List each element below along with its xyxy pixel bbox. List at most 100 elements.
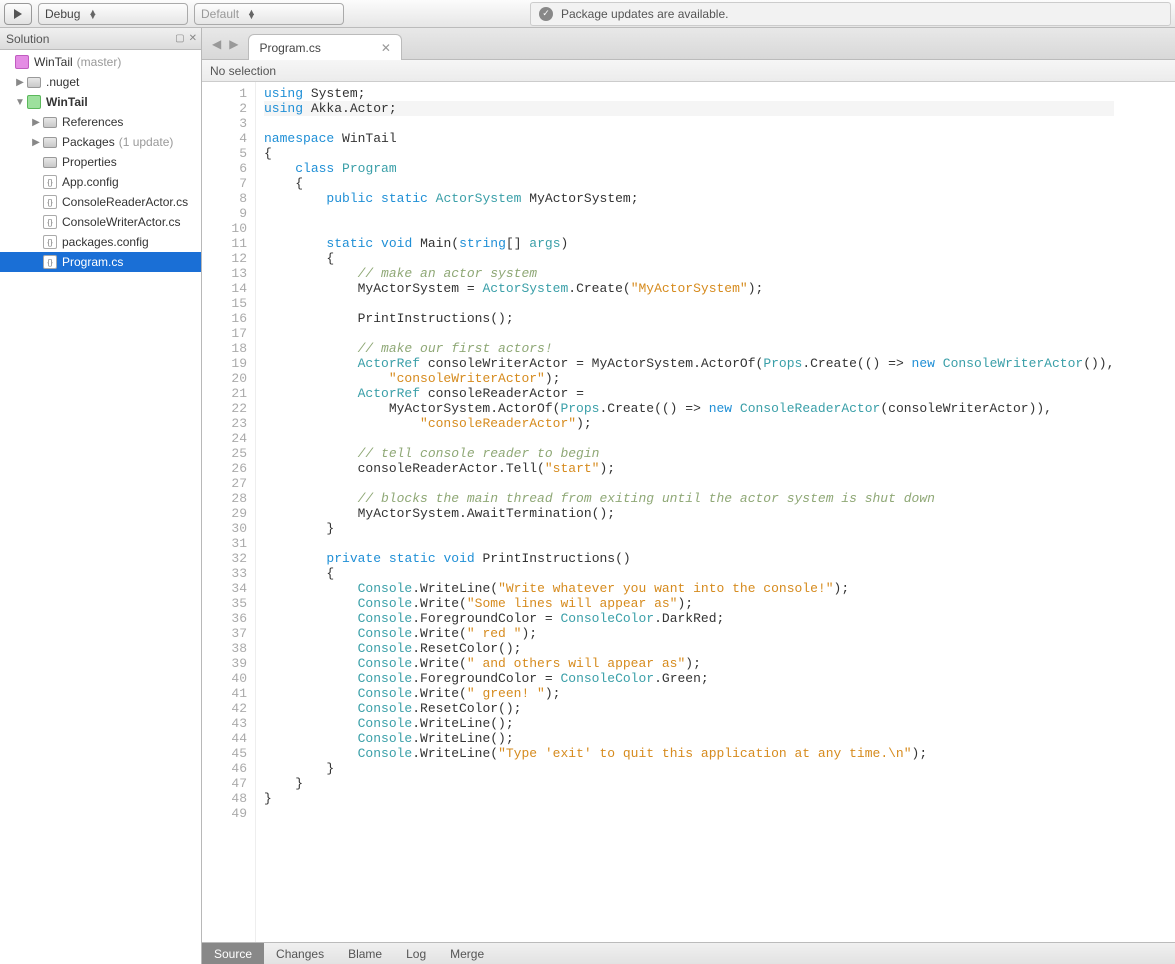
project-icon [26,94,42,110]
notification-text: Package updates are available. [561,7,728,21]
code-line[interactable]: "consoleWriterActor"); [264,371,1114,386]
tree-item-label: ConsoleReaderActor.cs [62,195,188,209]
tree-item-consolereaderactor-cs[interactable]: {}ConsoleReaderActor.cs [0,192,201,212]
breadcrumb-bar[interactable]: No selection [202,60,1175,82]
code-line[interactable] [264,206,1114,221]
check-icon: ✓ [539,7,553,21]
solution-tree[interactable]: WinTail(master)▶.nuget▼WinTail▶Reference… [0,50,201,964]
code-line[interactable]: } [264,521,1114,536]
code-line[interactable] [264,326,1114,341]
code-line[interactable]: // make our first actors! [264,341,1114,356]
line-number: 46 [202,761,247,776]
code-line[interactable]: // blocks the main thread from exiting u… [264,491,1114,506]
tree-item-packages[interactable]: ▶Packages(1 update) [0,132,201,152]
code-line[interactable]: Console.WriteLine("Type 'exit' to quit t… [264,746,1114,761]
line-number: 21 [202,386,247,401]
target-dropdown[interactable]: Default ▲▼ [194,3,344,25]
code-line[interactable]: // make an actor system [264,266,1114,281]
code-line[interactable]: private static void PrintInstructions() [264,551,1114,566]
line-number: 38 [202,641,247,656]
code-line[interactable]: Console.WriteLine("Write whatever you wa… [264,581,1114,596]
tree-item-suffix: (1 update) [119,135,174,149]
code-content[interactable]: using System;using Akka.Actor; namespace… [256,82,1114,942]
disclosure-icon[interactable]: ▼ [14,97,26,108]
folder-icon [42,154,58,170]
tree-item-properties[interactable]: Properties [0,152,201,172]
code-line[interactable]: Console.Write(" and others will appear a… [264,656,1114,671]
notification-bar[interactable]: ✓ Package updates are available. [530,2,1171,26]
code-line[interactable]: namespace WinTail [264,131,1114,146]
code-line[interactable]: } [264,791,1114,806]
code-line[interactable] [264,476,1114,491]
disclosure-icon[interactable]: ▶ [30,117,42,128]
tree-item-consolewriteractor-cs[interactable]: {}ConsoleWriterActor.cs [0,212,201,232]
target-label: Default [201,7,239,21]
code-editor[interactable]: 1234567891011121314151617181920212223242… [202,82,1175,942]
tree-item-references[interactable]: ▶References [0,112,201,132]
code-line[interactable]: consoleReaderActor.Tell("start"); [264,461,1114,476]
bottom-tab-log[interactable]: Log [394,943,438,964]
tab-close-icon[interactable]: ✕ [381,41,391,55]
code-line[interactable] [264,536,1114,551]
tree-item-app-config[interactable]: {}App.config [0,172,201,192]
panel-undock-icon[interactable]: ▢ [175,33,184,44]
code-line[interactable]: ActorRef consoleReaderActor = [264,386,1114,401]
code-line[interactable]: "consoleReaderActor"); [264,416,1114,431]
bottom-tab-source[interactable]: Source [202,943,264,964]
tree-item-program-cs[interactable]: {}Program.cs⚙ [0,252,201,272]
code-line[interactable]: Console.ForegroundColor = ConsoleColor.D… [264,611,1114,626]
run-button[interactable] [4,3,32,25]
code-line[interactable]: Console.WriteLine(); [264,731,1114,746]
code-line[interactable]: using Akka.Actor; [264,101,1114,116]
code-line[interactable] [264,221,1114,236]
tree-item-packages-config[interactable]: {}packages.config [0,232,201,252]
code-line[interactable]: using System; [264,86,1114,101]
code-line[interactable]: { [264,251,1114,266]
tree-item-wintail[interactable]: WinTail(master) [0,52,201,72]
code-line[interactable] [264,806,1114,821]
code-line[interactable]: MyActorSystem = ActorSystem.Create("MyAc… [264,281,1114,296]
code-line[interactable] [264,116,1114,131]
code-line[interactable]: // tell console reader to begin [264,446,1114,461]
code-line[interactable]: Console.WriteLine(); [264,716,1114,731]
bottom-tab-blame[interactable]: Blame [336,943,394,964]
bottom-tab-changes[interactable]: Changes [264,943,336,964]
code-line[interactable]: MyActorSystem.AwaitTermination(); [264,506,1114,521]
csharp-file-icon: {} [42,174,58,190]
code-line[interactable]: MyActorSystem.ActorOf(Props.Create(() =>… [264,401,1114,416]
line-number: 31 [202,536,247,551]
code-line[interactable]: public static ActorSystem MyActorSystem; [264,191,1114,206]
line-number: 44 [202,731,247,746]
config-dropdown[interactable]: Debug ▲▼ [38,3,188,25]
code-line[interactable]: Console.Write("Some lines will appear as… [264,596,1114,611]
code-line[interactable]: ActorRef consoleWriterActor = MyActorSys… [264,356,1114,371]
tree-item-wintail[interactable]: ▼WinTail [0,92,201,112]
line-number: 33 [202,566,247,581]
code-line[interactable]: } [264,761,1114,776]
tree-item--nuget[interactable]: ▶.nuget [0,72,201,92]
code-line[interactable] [264,431,1114,446]
code-line[interactable] [264,296,1114,311]
code-line[interactable]: { [264,176,1114,191]
bottom-tab-merge[interactable]: Merge [438,943,496,964]
code-line[interactable]: { [264,566,1114,581]
nav-forward-icon[interactable]: ▶ [229,37,238,51]
line-number: 7 [202,176,247,191]
code-line[interactable]: Console.Write(" green! "); [264,686,1114,701]
code-line[interactable]: } [264,776,1114,791]
code-line[interactable]: class Program [264,161,1114,176]
code-line[interactable]: { [264,146,1114,161]
nav-back-icon[interactable]: ◀ [212,37,221,51]
panel-close-icon[interactable]: ✕ [189,33,197,44]
code-line[interactable]: Console.ResetColor(); [264,641,1114,656]
code-line[interactable]: static void Main(string[] args) [264,236,1114,251]
disclosure-icon[interactable]: ▶ [30,137,42,148]
line-number: 27 [202,476,247,491]
disclosure-icon[interactable]: ▶ [14,77,26,88]
code-line[interactable]: PrintInstructions(); [264,311,1114,326]
code-line[interactable]: Console.ForegroundColor = ConsoleColor.G… [264,671,1114,686]
editor-tab[interactable]: Program.cs ✕ [248,34,401,60]
code-line[interactable]: Console.ResetColor(); [264,701,1114,716]
tree-item-suffix: (master) [77,55,122,69]
code-line[interactable]: Console.Write(" red "); [264,626,1114,641]
